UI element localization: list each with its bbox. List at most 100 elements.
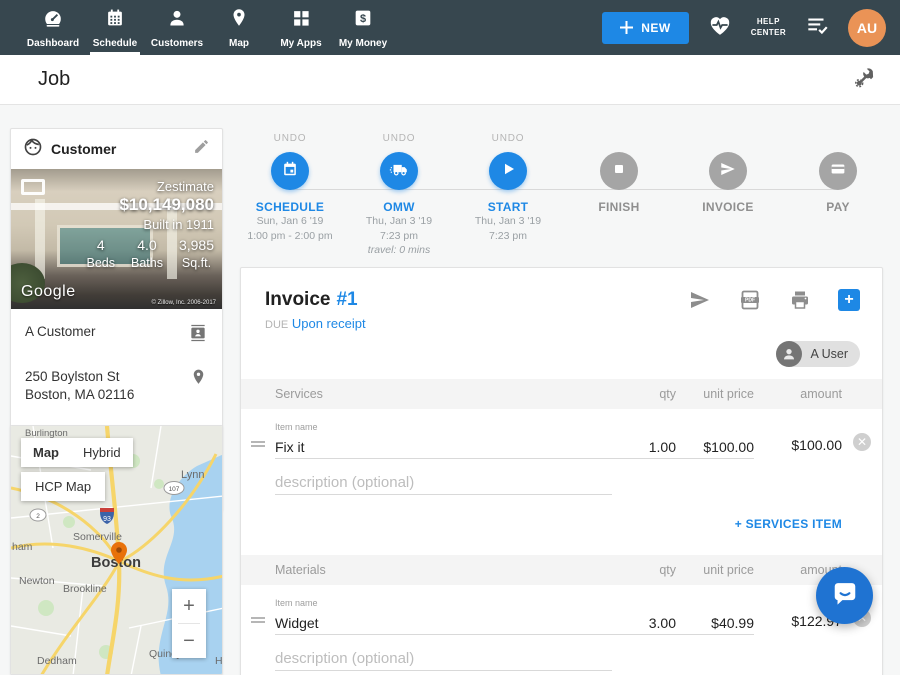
customer-address-row: 250 Boylston St Boston, MA 02116 [11,358,222,414]
material-unit-price-input[interactable] [676,611,754,635]
amount-column-header: amount [754,387,842,401]
zoom-in-button[interactable]: + [172,589,206,623]
zestimate-label: Zestimate [157,179,214,194]
finish-step-button[interactable] [600,152,638,190]
print-icon[interactable] [788,288,812,312]
send-invoice-icon[interactable] [688,288,712,312]
undo-start-button[interactable]: UNDO [453,133,563,145]
invoice-number[interactable]: #1 [336,289,357,311]
due-value-link[interactable]: Upon receipt [292,316,366,331]
new-button[interactable]: NEW [602,12,689,44]
timeline-step-pay: PAY [783,133,893,214]
hybrid-button[interactable]: Hybrid [71,438,133,467]
help-center-line1: HELP [751,17,786,28]
job-settings-icon[interactable] [852,65,876,94]
omw-date: Thu, Jan 3 '19 [344,214,454,229]
drag-handle-icon[interactable] [241,439,275,459]
timeline-step-finish: FINISH [564,133,674,214]
help-center-button[interactable]: HELP CENTER [751,17,786,39]
new-button-label: NEW [641,21,671,35]
service-unit-price-input[interactable] [676,435,754,459]
material-qty-input[interactable] [612,611,676,635]
map-label: Lynn [181,469,204,481]
heart-pulse-icon[interactable] [707,12,733,43]
truck-icon [388,158,410,185]
hcp-map-button[interactable]: HCP Map [21,472,105,501]
user-avatar[interactable]: AU [848,9,886,47]
contact-card-icon[interactable] [188,323,208,348]
nav-my-apps-label: My Apps [280,38,321,49]
omw-travel: travel: 0 mins [344,243,454,258]
add-invoice-button[interactable]: + [838,289,860,311]
drag-handle-icon[interactable] [241,615,275,635]
timeline-step-start: UNDO START Thu, Jan 3 '19 7:23 pm [453,133,563,243]
calendar-icon [104,7,126,34]
chat-launcher-button[interactable] [816,567,873,624]
start-date: Thu, Jan 3 '19 [453,214,563,229]
undo-omw-button[interactable]: UNDO [344,133,454,145]
map-pin-icon [228,7,250,34]
property-stats: 4 4.0 3,985 Beds Baths Sq.ft. [86,237,214,270]
item-name-label: Item name [275,422,612,432]
due-label: DUE [265,319,288,331]
invoice-title: Invoice [265,289,330,311]
pay-step-button[interactable] [819,152,857,190]
nav-customers[interactable]: Customers [146,0,208,55]
nav-my-money[interactable]: $ My Money [332,0,394,55]
customer-address: 250 Boylston St Boston, MA 02116 [25,368,134,404]
property-photo[interactable]: Zestimate $10,149,080 Built in 1911 4 4.… [11,169,222,309]
nav-items: Dashboard Schedule Customers Map [0,0,394,55]
start-step-button[interactable] [489,152,527,190]
material-description-row [241,635,882,671]
services-section-header: Services qty unit price amount [241,379,882,409]
edit-pencil-icon[interactable] [193,138,210,160]
nav-schedule[interactable]: Schedule [84,0,146,55]
schedule-date: Sun, Jan 6 '19 [235,214,345,229]
zestimate-value: $10,149,080 [119,195,214,215]
task-list-icon[interactable] [804,12,830,43]
map-label: Hi [215,655,223,667]
svg-text:107: 107 [169,486,180,493]
map-label: Dedham [37,655,77,667]
invoice-step-button[interactable] [709,152,747,190]
add-services-item-button[interactable]: + SERVICES ITEM [735,517,842,531]
start-step-label: START [453,200,563,214]
nav-dashboard[interactable]: Dashboard [22,0,84,55]
pdf-icon[interactable]: PDF [738,288,762,312]
remove-service-item-button[interactable]: ✕ [853,433,871,451]
material-description-input[interactable] [275,647,612,671]
map-button[interactable]: Map [21,438,71,467]
material-item-name-input[interactable] [275,611,612,635]
schedule-step-button[interactable] [271,152,309,190]
calendar-icon [280,159,300,184]
schedule-step-label: SCHEDULE [235,200,345,214]
service-description-input[interactable] [275,471,612,495]
location-pin-icon[interactable] [189,368,208,392]
address-line2: Boston, MA 02116 [25,386,134,404]
dashboard-icon [42,7,64,34]
zoom-out-button[interactable]: − [172,624,206,658]
route-107-shield: 107 [164,482,184,495]
service-item-name-input[interactable] [275,435,612,459]
nav-schedule-label: Schedule [93,38,137,49]
customer-card-header: Customer [11,129,222,169]
map-widget[interactable]: 93 107 2 Burlington Lynn Somerville ham … [10,425,223,675]
service-qty-input[interactable] [612,435,676,459]
map-zoom-control: + − [172,589,206,658]
assignee-chip[interactable]: A User [776,341,860,367]
nav-dashboard-label: Dashboard [27,38,79,49]
nav-customers-label: Customers [151,38,203,49]
invoice-card: Invoice #1 PDF + DUE Upon receipt [240,267,883,675]
nav-my-apps[interactable]: My Apps [270,0,332,55]
svg-text:93: 93 [103,516,111,523]
omw-step-button[interactable] [380,152,418,190]
plus-icon [620,21,633,34]
undo-schedule-button[interactable]: UNDO [235,133,345,145]
assignee-name: A User [810,347,848,361]
customer-name: A Customer [25,323,96,341]
nav-map[interactable]: Map [208,0,270,55]
map-label: Somerville [73,531,122,543]
map-label: Newton [19,575,55,587]
map-type-buttons: Map Hybrid [21,438,133,467]
qty-column-header: qty [612,563,676,577]
